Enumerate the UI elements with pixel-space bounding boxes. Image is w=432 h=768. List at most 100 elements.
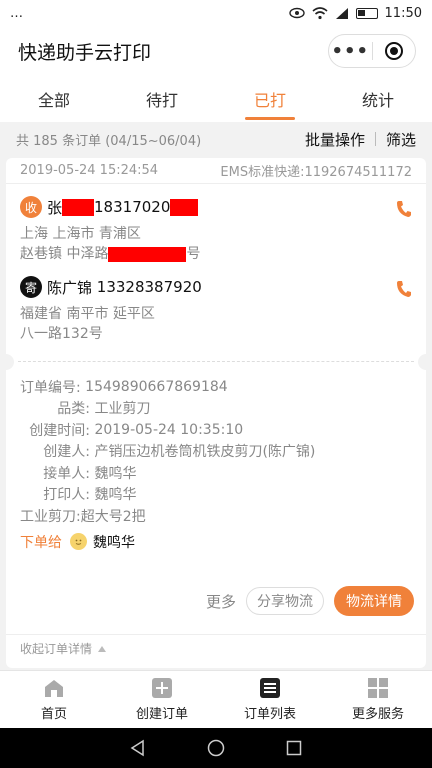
battery-icon bbox=[355, 7, 378, 19]
order-details: 订单编号: 1549890667869184 品类: 工业剪刀 创建时间: 20… bbox=[6, 376, 426, 557]
nav-label: 更多服务 bbox=[351, 707, 404, 722]
grid-icon bbox=[368, 678, 388, 698]
back-icon[interactable] bbox=[129, 739, 147, 757]
detail-row: 接单人: 魏鸣华 bbox=[20, 462, 412, 484]
recipient-address-line1: 上海 上海市 青浦区 bbox=[20, 226, 141, 242]
collapse-label: 收起订单详情 bbox=[20, 642, 93, 656]
sender-phone: 13328387920 bbox=[96, 278, 202, 296]
tab-pending[interactable]: 待打 bbox=[108, 76, 216, 122]
recipient-row: 收 张 18317020 bbox=[20, 194, 412, 220]
more-menu-button[interactable]: ••• bbox=[329, 35, 372, 67]
item-note: 工业剪刀:超大号2把 bbox=[20, 508, 146, 525]
close-miniapp-button[interactable] bbox=[373, 35, 416, 67]
caret-up-icon bbox=[98, 645, 107, 652]
card-divider bbox=[6, 354, 426, 370]
redacted-phone bbox=[170, 198, 199, 216]
detail-label: 创建人: bbox=[43, 444, 90, 461]
sender-address-line1: 福建省 南平市 延平区 bbox=[20, 306, 155, 322]
sender-row: 寄 陈广锦 13328387920 bbox=[20, 274, 412, 300]
order-summary-bar: 共 185 条订单 (04/15~06/04) 批量操作 筛选 bbox=[0, 122, 432, 156]
recipient-name: 张 bbox=[47, 198, 63, 217]
home-circle-icon[interactable] bbox=[207, 739, 225, 757]
category-value: 工业剪刀 bbox=[94, 401, 151, 418]
recents-icon[interactable] bbox=[285, 739, 303, 757]
call-sender-icon[interactable] bbox=[396, 280, 412, 302]
detail-row: 打印人: 魏鸣华 bbox=[20, 484, 412, 506]
detail-row: 品类: 工业剪刀 bbox=[20, 398, 412, 420]
target-icon bbox=[384, 42, 403, 60]
receive-badge: 收 bbox=[20, 196, 42, 218]
sender-name: 陈广锦 bbox=[47, 278, 93, 297]
detail-label: 打印人: bbox=[43, 487, 90, 504]
order-count: 共 185 条订单 (04/15~06/04) bbox=[16, 133, 202, 149]
right-notch bbox=[418, 354, 426, 370]
order-actions: 更多 分享物流 物流详情 bbox=[206, 586, 414, 616]
order-datetime: 2019-05-24 15:24:54 bbox=[20, 163, 159, 178]
tab-stats[interactable]: 统计 bbox=[324, 76, 432, 122]
detail-label: 品类: bbox=[57, 401, 90, 418]
redacted-name bbox=[62, 198, 95, 216]
bottom-nav: 首页 创建订单 订单列表 更多服务 bbox=[0, 670, 432, 728]
recipient-block: 收 张 18317020 上海 上海市 青浦区 赵巷镇 中泽路 号 bbox=[6, 194, 426, 264]
printer-value: 魏鸣华 bbox=[94, 487, 137, 504]
recipient-street-suffix: 号 bbox=[186, 246, 201, 262]
home-icon bbox=[45, 680, 63, 697]
signal-icon bbox=[335, 7, 348, 19]
wifi-icon bbox=[312, 6, 328, 19]
list-icon bbox=[260, 678, 280, 698]
tab-printed[interactable]: 已打 bbox=[216, 76, 324, 122]
clock: 11:50 bbox=[384, 5, 422, 21]
sender-block: 寄 陈广锦 13328387920 福建省 南平市 延平区 八一路132号 bbox=[6, 274, 426, 344]
collapse-details-toggle[interactable]: 收起订单详情 bbox=[6, 634, 426, 662]
receiver-value: 魏鸣华 bbox=[94, 465, 137, 482]
summary-actions: 批量操作 筛选 bbox=[305, 129, 416, 150]
miniapp-capsule: ••• bbox=[328, 34, 416, 68]
order-card-header: 2019-05-24 15:24:54 EMS标准快递:119267451117… bbox=[6, 158, 426, 184]
order-number: 1549890667869184 bbox=[85, 378, 228, 395]
detail-row: 创建时间: 2019-05-24 10:35:10 bbox=[20, 419, 412, 441]
eye-icon bbox=[288, 7, 305, 19]
redacted-address bbox=[108, 246, 187, 262]
sender-address-line2: 八一路132号 bbox=[20, 326, 103, 342]
tab-all[interactable]: 全部 bbox=[0, 76, 108, 122]
system-nav-bar bbox=[0, 728, 432, 768]
assignee-name: 魏鸣华 bbox=[93, 534, 135, 551]
batch-operation-button[interactable]: 批量操作 bbox=[305, 129, 365, 150]
app-title: 快递助手云打印 bbox=[18, 41, 152, 64]
detail-row: 订单编号: 1549890667869184 bbox=[20, 376, 412, 398]
more-button[interactable]: 更多 bbox=[206, 591, 236, 612]
share-logistics-button[interactable]: 分享物流 bbox=[246, 587, 324, 615]
title-bar: 快递助手云打印 ••• bbox=[0, 26, 432, 76]
recipient-phone: 18317020 bbox=[94, 198, 171, 216]
status-bar: … 11:50 bbox=[0, 0, 432, 26]
nav-label: 首页 bbox=[40, 707, 67, 722]
send-badge: 寄 bbox=[20, 276, 42, 298]
detail-row: 创建人: 产销压边机卷筒机铁皮剪刀(陈广锦) bbox=[20, 441, 412, 463]
nav-more-services[interactable]: 更多服务 bbox=[324, 671, 432, 728]
filter-button[interactable]: 筛选 bbox=[386, 129, 416, 150]
creator-value: 产销压边机卷筒机铁皮剪刀(陈广锦) bbox=[94, 444, 316, 461]
avatar bbox=[70, 533, 87, 550]
detail-label: 接单人: bbox=[43, 465, 90, 482]
tracking-number: EMS标准快递:1192674511172 bbox=[220, 165, 412, 180]
nav-create-order[interactable]: 创建订单 bbox=[108, 671, 216, 728]
more-dots-icon: ••• bbox=[331, 40, 369, 62]
status-icons: 11:50 bbox=[288, 5, 422, 21]
recipient-address-line2: 赵巷镇 中泽路 号 bbox=[20, 244, 412, 264]
recipient-street: 赵巷镇 中泽路 bbox=[20, 246, 109, 262]
call-recipient-icon[interactable] bbox=[396, 200, 412, 222]
created-time: 2019-05-24 10:35:10 bbox=[94, 421, 244, 438]
nav-home[interactable]: 首页 bbox=[0, 671, 108, 728]
nav-label: 创建订单 bbox=[135, 707, 188, 722]
order-card: 2019-05-24 15:24:54 EMS标准快递:119267451117… bbox=[6, 158, 426, 668]
logistics-detail-button[interactable]: 物流详情 bbox=[334, 586, 414, 616]
notification-indicator: … bbox=[10, 5, 23, 21]
divider bbox=[374, 132, 376, 146]
plus-icon bbox=[152, 678, 172, 698]
detail-label: 订单编号: bbox=[20, 379, 81, 396]
detail-label: 创建时间: bbox=[29, 422, 90, 439]
filter-tabs: 全部 待打 已打 统计 bbox=[0, 76, 432, 122]
assigned-to: 下单给 魏鸣华 bbox=[20, 527, 412, 557]
assign-label: 下单给 bbox=[20, 534, 62, 551]
nav-order-list[interactable]: 订单列表 bbox=[216, 671, 324, 728]
